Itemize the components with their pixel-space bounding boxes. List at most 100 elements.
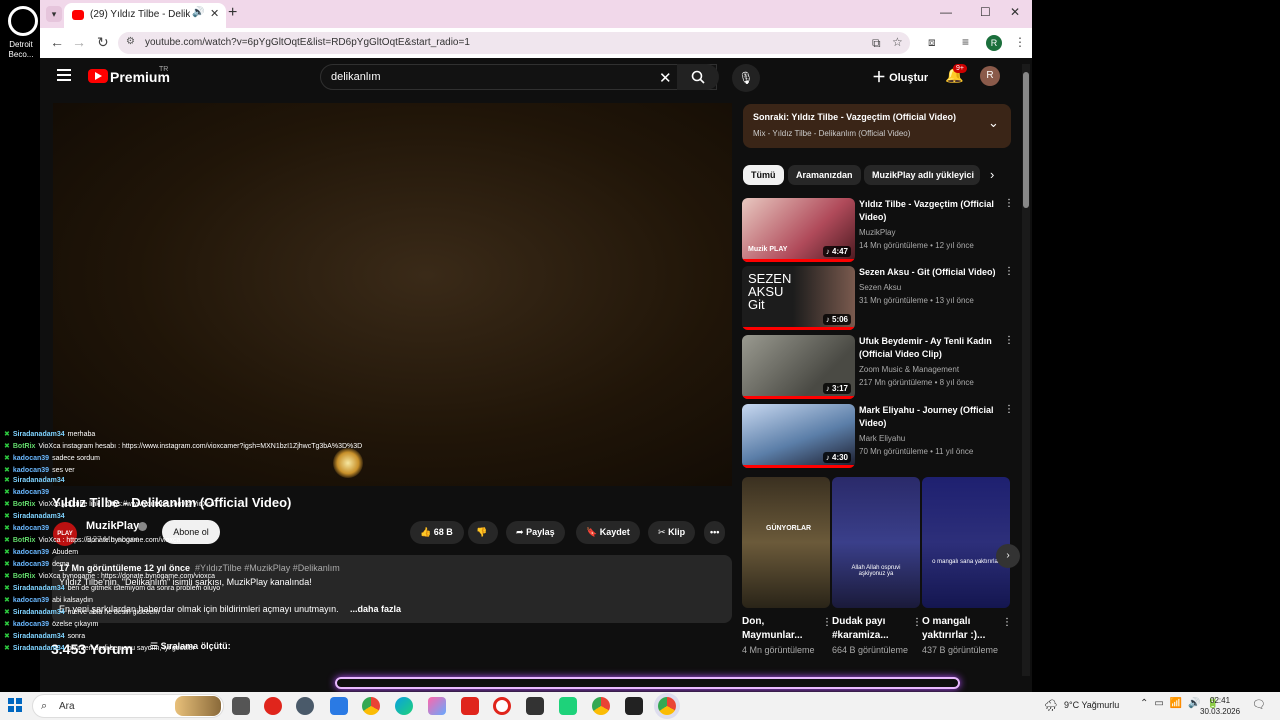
address-bar[interactable]: ⚙ youtube.com/watch?v=6pYgGltOqtE&list=R…: [118, 32, 910, 54]
chat-message: ✖ Siradanadam34 merhaba: [4, 430, 95, 438]
recommendation-item[interactable]: ♪ 3:17 Ufuk Beydemir - Ay Tenli Kadın (O…: [742, 335, 1014, 399]
browser-tab-active[interactable]: (29) Yıldız Tilbe - Delikanlım 🔊 ✕: [64, 3, 226, 28]
search-input[interactable]: delikanlım ✕: [320, 64, 717, 90]
video-player[interactable]: [53, 103, 732, 486]
chip-from-search[interactable]: Aramanızdan: [788, 165, 861, 185]
more-options-icon[interactable]: ⋮: [1004, 198, 1014, 209]
clip-button[interactable]: ✂ Klip: [648, 521, 696, 544]
task-view-icon[interactable]: [232, 697, 250, 715]
short-thumbnail[interactable]: Allah Allah ospruvi aşkiyonuz ya: [832, 477, 920, 608]
chrome-profile-icon[interactable]: [592, 697, 610, 715]
more-options-icon[interactable]: ⋮: [1002, 617, 1012, 628]
chat-badge-icon: ✖: [4, 501, 10, 508]
chrome-icon[interactable]: [362, 697, 380, 715]
maximize-button[interactable]: ☐: [980, 5, 991, 19]
media-controls-icon[interactable]: ≡: [962, 35, 969, 49]
figma-icon[interactable]: [428, 697, 446, 715]
minimize-button[interactable]: —: [940, 5, 952, 19]
notifications-icon[interactable]: 🗨: [1252, 698, 1266, 711]
chat-message: ✖ Siradanadam34 ben de gitmek istemiyom da…: [4, 584, 220, 592]
opera-gx-icon[interactable]: [264, 697, 282, 715]
more-options-icon[interactable]: ⋮: [1004, 404, 1014, 415]
short-thumbnail[interactable]: GÜNYORLAR: [742, 477, 830, 608]
clear-search-icon[interactable]: ✕: [659, 69, 672, 87]
chat-badge-icon: ✖: [4, 455, 10, 462]
video-thumbnail[interactable]: ♪ 4:30: [742, 404, 855, 468]
forward-button[interactable]: →: [72, 34, 86, 50]
tab-list-button[interactable]: ▾: [46, 6, 62, 22]
chat-message: ✖ Siradanadam34 merve abla he desin gidece…: [4, 608, 159, 616]
share-button[interactable]: ➦ Paylaş: [506, 521, 565, 544]
unity-icon[interactable]: [625, 697, 643, 715]
audio-playing-icon[interactable]: 🔊: [192, 7, 204, 18]
short-title: O mangalı yaktırırlar :)...: [922, 616, 986, 641]
menu-hamburger-icon[interactable]: [57, 69, 71, 84]
windows-start-icon[interactable]: [8, 698, 22, 712]
chat-text: VioXca bynogame : https://donate.bynogam…: [38, 573, 215, 580]
browser-menu-icon[interactable]: ⋮: [1014, 35, 1026, 49]
youtube-logo-icon[interactable]: [88, 69, 108, 83]
page-scrollbar[interactable]: [1022, 64, 1030, 676]
recommendation-item[interactable]: Muzik PLAY ♪ 4:47 Yıldız Tilbe - Vazgeçt…: [742, 198, 1014, 262]
weather-text[interactable]: 9°C Yağmurlu: [1064, 700, 1119, 710]
clock-date: 30.03.2026: [1200, 707, 1241, 716]
playlist-next-panel[interactable]: Sonraki: Yıldız Tilbe - Vazgeçtim (Offic…: [743, 104, 1011, 148]
clock[interactable]: 02:41 30.03.2026: [1200, 695, 1240, 717]
shorts-next-arrow-icon[interactable]: ›: [996, 544, 1020, 568]
steam-icon[interactable]: [296, 697, 314, 715]
chevron-down-icon[interactable]: ⌄: [988, 115, 999, 131]
recommendation-item[interactable]: ♪ 4:30 Mark Eliyahu - Journey (Official …: [742, 404, 1014, 468]
account-avatar[interactable]: R: [980, 66, 1000, 86]
more-options-icon[interactable]: ⋮: [822, 617, 832, 628]
show-more-link[interactable]: ...daha fazla: [350, 604, 401, 614]
edge-icon[interactable]: [395, 697, 413, 715]
new-tab-button[interactable]: +: [228, 4, 237, 22]
more-options-icon[interactable]: ⋮: [912, 617, 922, 628]
desktop-shortcut-icon[interactable]: [8, 6, 38, 36]
browser-toolbar: ← → ↻ ⚙ youtube.com/watch?v=6pYgGltOqtE&…: [40, 28, 1032, 58]
recommendation-channel: Mark Eliyahu: [859, 434, 906, 443]
opera-icon[interactable]: [493, 697, 511, 715]
recommendation-item[interactable]: SEZEN AKSU Git ♪ 5:06 Sezen Aksu - Git (…: [742, 266, 1014, 330]
dislike-button[interactable]: 👎: [468, 521, 498, 544]
save-button[interactable]: 🔖 Kaydet: [576, 521, 640, 544]
chevron-right-icon[interactable]: ›: [990, 167, 994, 182]
chat-username: Siradanadam34: [12, 477, 65, 484]
chat-message: ✖ Siradanadam34: [4, 512, 68, 520]
chip-all[interactable]: Tümü: [743, 165, 784, 185]
app-icon[interactable]: [559, 697, 577, 715]
install-app-icon[interactable]: ⧉: [872, 36, 881, 51]
create-button[interactable]: ＋ Oluştur: [872, 67, 928, 87]
video-thumbnail[interactable]: Muzik PLAY ♪ 4:47: [742, 198, 855, 262]
video-thumbnail[interactable]: ♪ 3:17: [742, 335, 855, 399]
like-button[interactable]: 👍 68 B: [410, 521, 464, 544]
chip-uploader[interactable]: MuzikPlay adlı yükleyici: [864, 165, 980, 185]
chat-username: kadocan39: [12, 549, 50, 556]
mail-icon[interactable]: [330, 697, 348, 715]
browser-profile-avatar[interactable]: R: [986, 35, 1002, 51]
chat-text: ben de gitmek istemiyom da sonra problem…: [67, 585, 221, 592]
reload-button[interactable]: ↻: [97, 34, 109, 51]
voice-search-mic-icon[interactable]: 🎙: [732, 64, 760, 92]
bookmark-star-icon[interactable]: ☆: [892, 35, 903, 49]
chat-message: ✖ BotRix VioXca instagram hesabı : https:/…: [4, 442, 362, 450]
back-button[interactable]: ←: [50, 34, 64, 50]
tab-close-icon[interactable]: ✕: [210, 7, 219, 20]
chrome-active-icon[interactable]: [658, 697, 676, 715]
extensions-icon[interactable]: ⧈: [928, 35, 936, 50]
short-thumbnail[interactable]: o mangalı sana yaktırırlar: [922, 477, 1010, 608]
chat-badge-icon: ✖: [4, 645, 10, 652]
huawei-icon[interactable]: [461, 697, 479, 715]
taskbar-search-box[interactable]: ⌕ Ara: [32, 694, 224, 718]
more-options-icon[interactable]: ⋮: [1004, 335, 1014, 346]
mix-subtitle: Mix - Yıldız Tilbe - Delikanlım (Officia…: [753, 129, 911, 138]
search-button[interactable]: [677, 64, 719, 90]
more-actions-button[interactable]: •••: [704, 521, 726, 544]
chat-text: Abudem: [52, 549, 79, 556]
more-options-icon[interactable]: ⋮: [1004, 266, 1014, 277]
video-thumbnail[interactable]: SEZEN AKSU Git ♪ 5:06: [742, 266, 855, 330]
scrollbar-thumb[interactable]: [1023, 72, 1029, 208]
close-window-button[interactable]: ✕: [1010, 5, 1020, 19]
epic-games-icon[interactable]: [526, 697, 544, 715]
site-info-icon[interactable]: ⚙: [126, 36, 135, 47]
